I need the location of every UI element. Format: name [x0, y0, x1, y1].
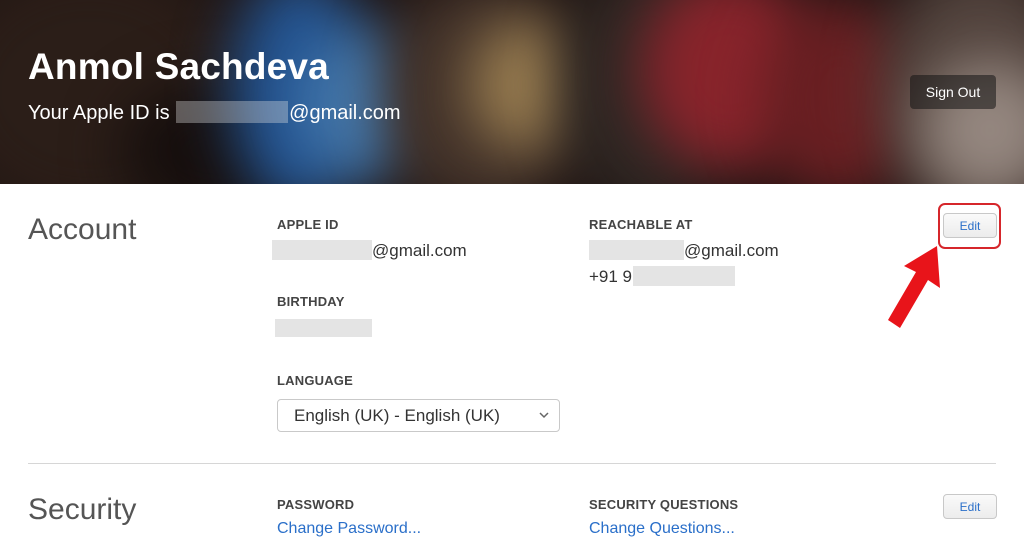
apple-id-prefix: Your Apple ID is: [28, 102, 170, 124]
change-password-link[interactable]: Change Password...: [277, 520, 421, 538]
reachable-at-label: REACHABLE AT: [589, 217, 693, 232]
reachable-phone: +91 9: [589, 266, 736, 287]
section-divider: [28, 463, 996, 464]
profile-header: Anmol Sachdeva Your Apple ID is @gmail.c…: [0, 0, 1024, 184]
password-label: PASSWORD: [277, 497, 355, 512]
redacted-email: [589, 240, 684, 260]
sign-out-button[interactable]: Sign Out: [910, 75, 996, 109]
language-select[interactable]: English (UK) - English (UK): [277, 399, 560, 432]
security-edit-button[interactable]: Edit: [943, 494, 997, 519]
language-selected-value: English (UK) - English (UK): [294, 405, 500, 425]
account-section-title: Account: [28, 213, 137, 246]
security-section-title: Security: [28, 493, 137, 526]
apple-id-value: @gmail.com: [272, 240, 467, 261]
reachable-email-suffix: @gmail.com: [684, 241, 779, 260]
red-arrow-annotation: [888, 246, 940, 328]
reachable-email: @gmail.com: [589, 240, 779, 261]
redacted-phone: [633, 266, 736, 286]
hero-shade: [0, 0, 1024, 184]
apple-id-label: APPLE ID: [277, 217, 339, 232]
apple-id-line: Your Apple ID is @gmail.com: [28, 101, 401, 125]
redacted-birthday: [275, 319, 372, 337]
apple-id-suffix: @gmail.com: [289, 102, 401, 124]
birthday-value: [275, 318, 372, 338]
user-name: Anmol Sachdeva: [28, 46, 329, 87]
phone-prefix: +91 9: [589, 267, 633, 286]
security-questions-label: SECURITY QUESTIONS: [589, 497, 739, 512]
redacted-email: [272, 240, 372, 260]
redacted-email: [176, 101, 289, 123]
language-label: LANGUAGE: [277, 373, 353, 388]
apple-id-suffix: @gmail.com: [372, 241, 467, 260]
birthday-label: BIRTHDAY: [277, 294, 345, 309]
chevron-down-icon: [539, 412, 549, 419]
change-questions-link[interactable]: Change Questions...: [589, 520, 735, 538]
account-edit-button[interactable]: Edit: [943, 213, 997, 238]
